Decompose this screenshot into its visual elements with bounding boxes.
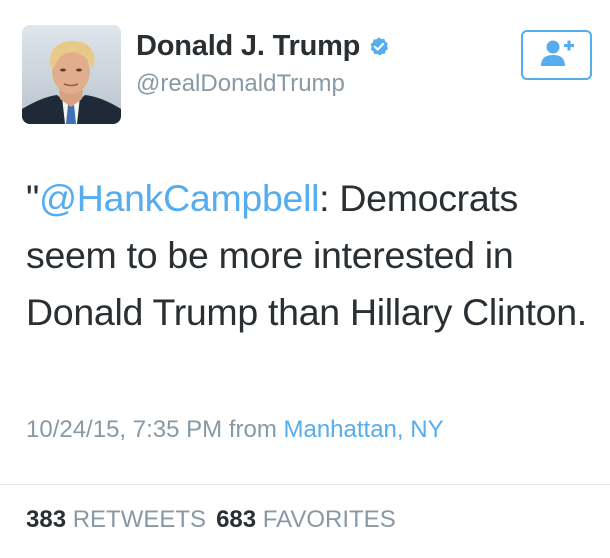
tweet-open-quote: " [26, 177, 40, 219]
verified-badge-icon [368, 36, 390, 58]
profile-photo-icon [22, 25, 121, 124]
retweets-label: RETWEETS [72, 506, 207, 533]
mention-link[interactable]: @HankCampbell [39, 177, 319, 219]
follow-button[interactable] [521, 30, 592, 80]
tweet-text: "@HankCampbell: Democrats seem to be mor… [26, 170, 601, 341]
avatar[interactable] [22, 25, 121, 124]
from-label: from [228, 416, 277, 443]
location-link[interactable]: Manhattan, NY [283, 416, 443, 443]
user-handle[interactable]: @realDonaldTrump [136, 70, 345, 98]
follow-user-plus-icon [539, 38, 575, 73]
divider [0, 484, 610, 485]
tweet-meta: 10/24/15, 7:35 PM from Manhattan, NY [26, 416, 444, 444]
name-row: Donald J. Trump [136, 30, 390, 63]
tweet-stats: 383 RETWEETS 683 FAVORITES [26, 506, 396, 534]
favorites-label: FAVORITES [262, 506, 396, 533]
favorites-count: 683 [216, 506, 257, 533]
retweets-stat[interactable]: 383 RETWEETS [26, 506, 206, 533]
favorites-stat[interactable]: 683 FAVORITES [216, 506, 396, 533]
display-name[interactable]: Donald J. Trump [136, 30, 360, 63]
retweets-count: 383 [26, 506, 67, 533]
tweet-card: Donald J. Trump @realDonaldTrump "@HankC… [0, 0, 610, 558]
tweet-timestamp[interactable]: 10/24/15, 7:35 PM [26, 416, 222, 443]
